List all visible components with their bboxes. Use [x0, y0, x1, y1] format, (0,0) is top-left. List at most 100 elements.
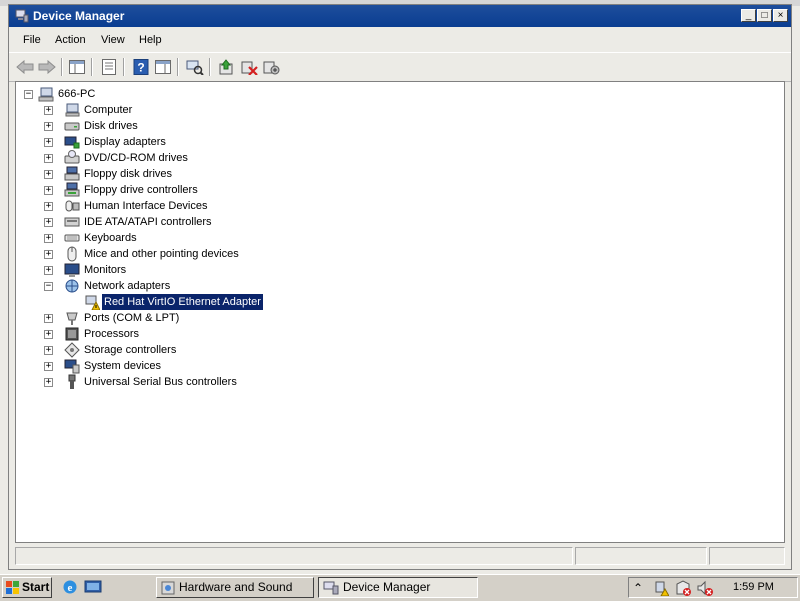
- properties-button[interactable]: [99, 57, 119, 77]
- tree-node-category[interactable]: + Storage controllers: [16, 342, 316, 358]
- network-warning-icon[interactable]: [653, 580, 669, 596]
- window-title: Device Manager: [33, 9, 125, 23]
- mouse-icon: [67, 246, 77, 262]
- expand-toggle[interactable]: +: [44, 250, 53, 259]
- expand-toggle[interactable]: +: [44, 234, 53, 243]
- tree-node-label: Monitors: [84, 264, 127, 276]
- quicklaunch-ie[interactable]: e: [60, 577, 80, 598]
- tree-node-label: IDE ATA/ATAPI controllers: [84, 216, 212, 228]
- disk-drive-icon: [64, 122, 80, 131]
- expand-toggle[interactable]: +: [44, 106, 53, 115]
- show-hidden-icons[interactable]: ⌃: [633, 581, 643, 595]
- close-button[interactable]: ×: [773, 9, 788, 22]
- tree-node-category[interactable]: − Network adapters: [16, 278, 316, 294]
- expand-toggle[interactable]: +: [44, 186, 53, 195]
- menu-file[interactable]: File: [23, 33, 41, 47]
- expand-toggle[interactable]: +: [44, 122, 53, 131]
- expand-toggle[interactable]: +: [44, 170, 53, 179]
- processor-icon: [65, 327, 79, 341]
- toolbar-separator: [123, 58, 125, 76]
- device-tree[interactable]: − 666-PC + Computer + Disk drives + Display a…: [15, 81, 785, 543]
- tree-node-category[interactable]: + IDE ATA/ATAPI controllers: [16, 214, 316, 230]
- tree-node-label: Human Interface Devices: [84, 200, 208, 212]
- tree-node-category[interactable]: + Display adapters: [16, 134, 316, 150]
- expand-toggle[interactable]: +: [44, 362, 53, 371]
- collapse-toggle[interactable]: −: [24, 90, 33, 99]
- expand-toggle[interactable]: +: [44, 314, 53, 323]
- tree-node-label: Processors: [84, 328, 140, 340]
- help-button[interactable]: ?: [131, 57, 151, 77]
- tree-node-label: Floppy disk drives: [84, 168, 173, 180]
- quicklaunch-server-manager[interactable]: [82, 577, 104, 598]
- expand-toggle[interactable]: +: [44, 378, 53, 387]
- tree-node-category[interactable]: + Floppy drive controllers: [16, 182, 316, 198]
- clock[interactable]: 1:59 PM: [733, 581, 774, 593]
- expand-toggle[interactable]: +: [44, 266, 53, 275]
- scan-hardware-changes-button[interactable]: [185, 57, 205, 77]
- tree-node-root[interactable]: − 666-PC: [16, 86, 216, 102]
- status-bar: [15, 547, 785, 565]
- dvd-drive-icon: [64, 150, 80, 164]
- expand-toggle[interactable]: +: [44, 154, 53, 163]
- tree-node-category[interactable]: + Mice and other pointing devices: [16, 246, 316, 262]
- task-hardware-and-sound[interactable]: Hardware and Sound: [156, 577, 314, 598]
- minimize-button[interactable]: _: [741, 9, 756, 22]
- tree-node-label: Universal Serial Bus controllers: [84, 376, 237, 388]
- tree-node-category[interactable]: + Ports (COM & LPT): [16, 310, 316, 326]
- update-driver-icon: [219, 59, 233, 75]
- volume-muted-icon[interactable]: [697, 580, 713, 596]
- toolbar-separator: [177, 58, 179, 76]
- toolbar: ?: [9, 52, 791, 82]
- collapse-toggle[interactable]: −: [44, 282, 53, 291]
- tree-node-category[interactable]: + Universal Serial Bus controllers: [16, 374, 316, 390]
- menu-view[interactable]: View: [101, 33, 125, 47]
- toolbar-separator: [209, 58, 211, 76]
- menu-action[interactable]: Action: [55, 33, 86, 47]
- tree-node-category[interactable]: + Floppy disk drives: [16, 166, 316, 182]
- device-manager-icon: [323, 581, 339, 595]
- display-adapter-icon: [64, 136, 80, 149]
- menu-help[interactable]: Help: [139, 33, 162, 47]
- expand-toggle[interactable]: +: [44, 330, 53, 339]
- tree-node-category[interactable]: + Disk drives: [16, 118, 316, 134]
- expand-toggle[interactable]: +: [44, 202, 53, 211]
- expand-toggle[interactable]: +: [44, 218, 53, 227]
- update-driver-button[interactable]: [217, 57, 237, 77]
- tree-node-category[interactable]: + Keyboards: [16, 230, 316, 246]
- status-panel-main: [15, 547, 573, 565]
- start-button[interactable]: Start: [2, 577, 52, 598]
- task-device-manager[interactable]: Device Manager: [318, 577, 478, 598]
- device-manager-window: Device Manager _ □ × File Action View He…: [8, 4, 792, 570]
- tree-node-category[interactable]: + System devices: [16, 358, 316, 374]
- tree-node-device[interactable]: Red Hat VirtIO Ethernet Adapter: [16, 293, 336, 311]
- tree-node-category[interactable]: + Monitors: [16, 262, 316, 278]
- tree-node-category[interactable]: + Human Interface Devices: [16, 198, 316, 214]
- title-bar[interactable]: Device Manager _ □ ×: [9, 5, 791, 27]
- forward-arrow-icon: [38, 60, 56, 74]
- uninstall-button[interactable]: [239, 57, 259, 77]
- expand-toggle[interactable]: +: [44, 346, 53, 355]
- show-hide-console-tree-button[interactable]: [67, 57, 87, 77]
- tree-node-label: Floppy drive controllers: [84, 184, 198, 196]
- tree-node-label: System devices: [84, 360, 162, 372]
- action-center-icon[interactable]: [675, 580, 691, 596]
- enable-device-button[interactable]: [261, 57, 281, 77]
- task-label: Device Manager: [343, 580, 431, 594]
- toolbar-separator: [61, 58, 63, 76]
- port-icon: [66, 312, 78, 325]
- status-panel-2: [575, 547, 707, 565]
- toolbar-separator: [91, 58, 93, 76]
- tree-node-label: Mice and other pointing devices: [84, 248, 239, 260]
- properties-icon: [102, 59, 116, 75]
- maximize-button[interactable]: □: [757, 9, 772, 22]
- tree-node-category[interactable]: + DVD/CD-ROM drives: [16, 150, 316, 166]
- tree-node-category[interactable]: + Computer: [16, 102, 316, 118]
- ide-controller-icon: [64, 217, 80, 227]
- show-hide-action-pane-button[interactable]: [153, 57, 173, 77]
- forward-button[interactable]: [37, 57, 57, 77]
- tree-node-category[interactable]: + Processors: [16, 326, 316, 342]
- back-button[interactable]: [15, 57, 35, 77]
- expand-toggle[interactable]: +: [44, 138, 53, 147]
- show-hide-console-tree-icon: [69, 60, 85, 74]
- server-manager-icon: [84, 580, 102, 593]
